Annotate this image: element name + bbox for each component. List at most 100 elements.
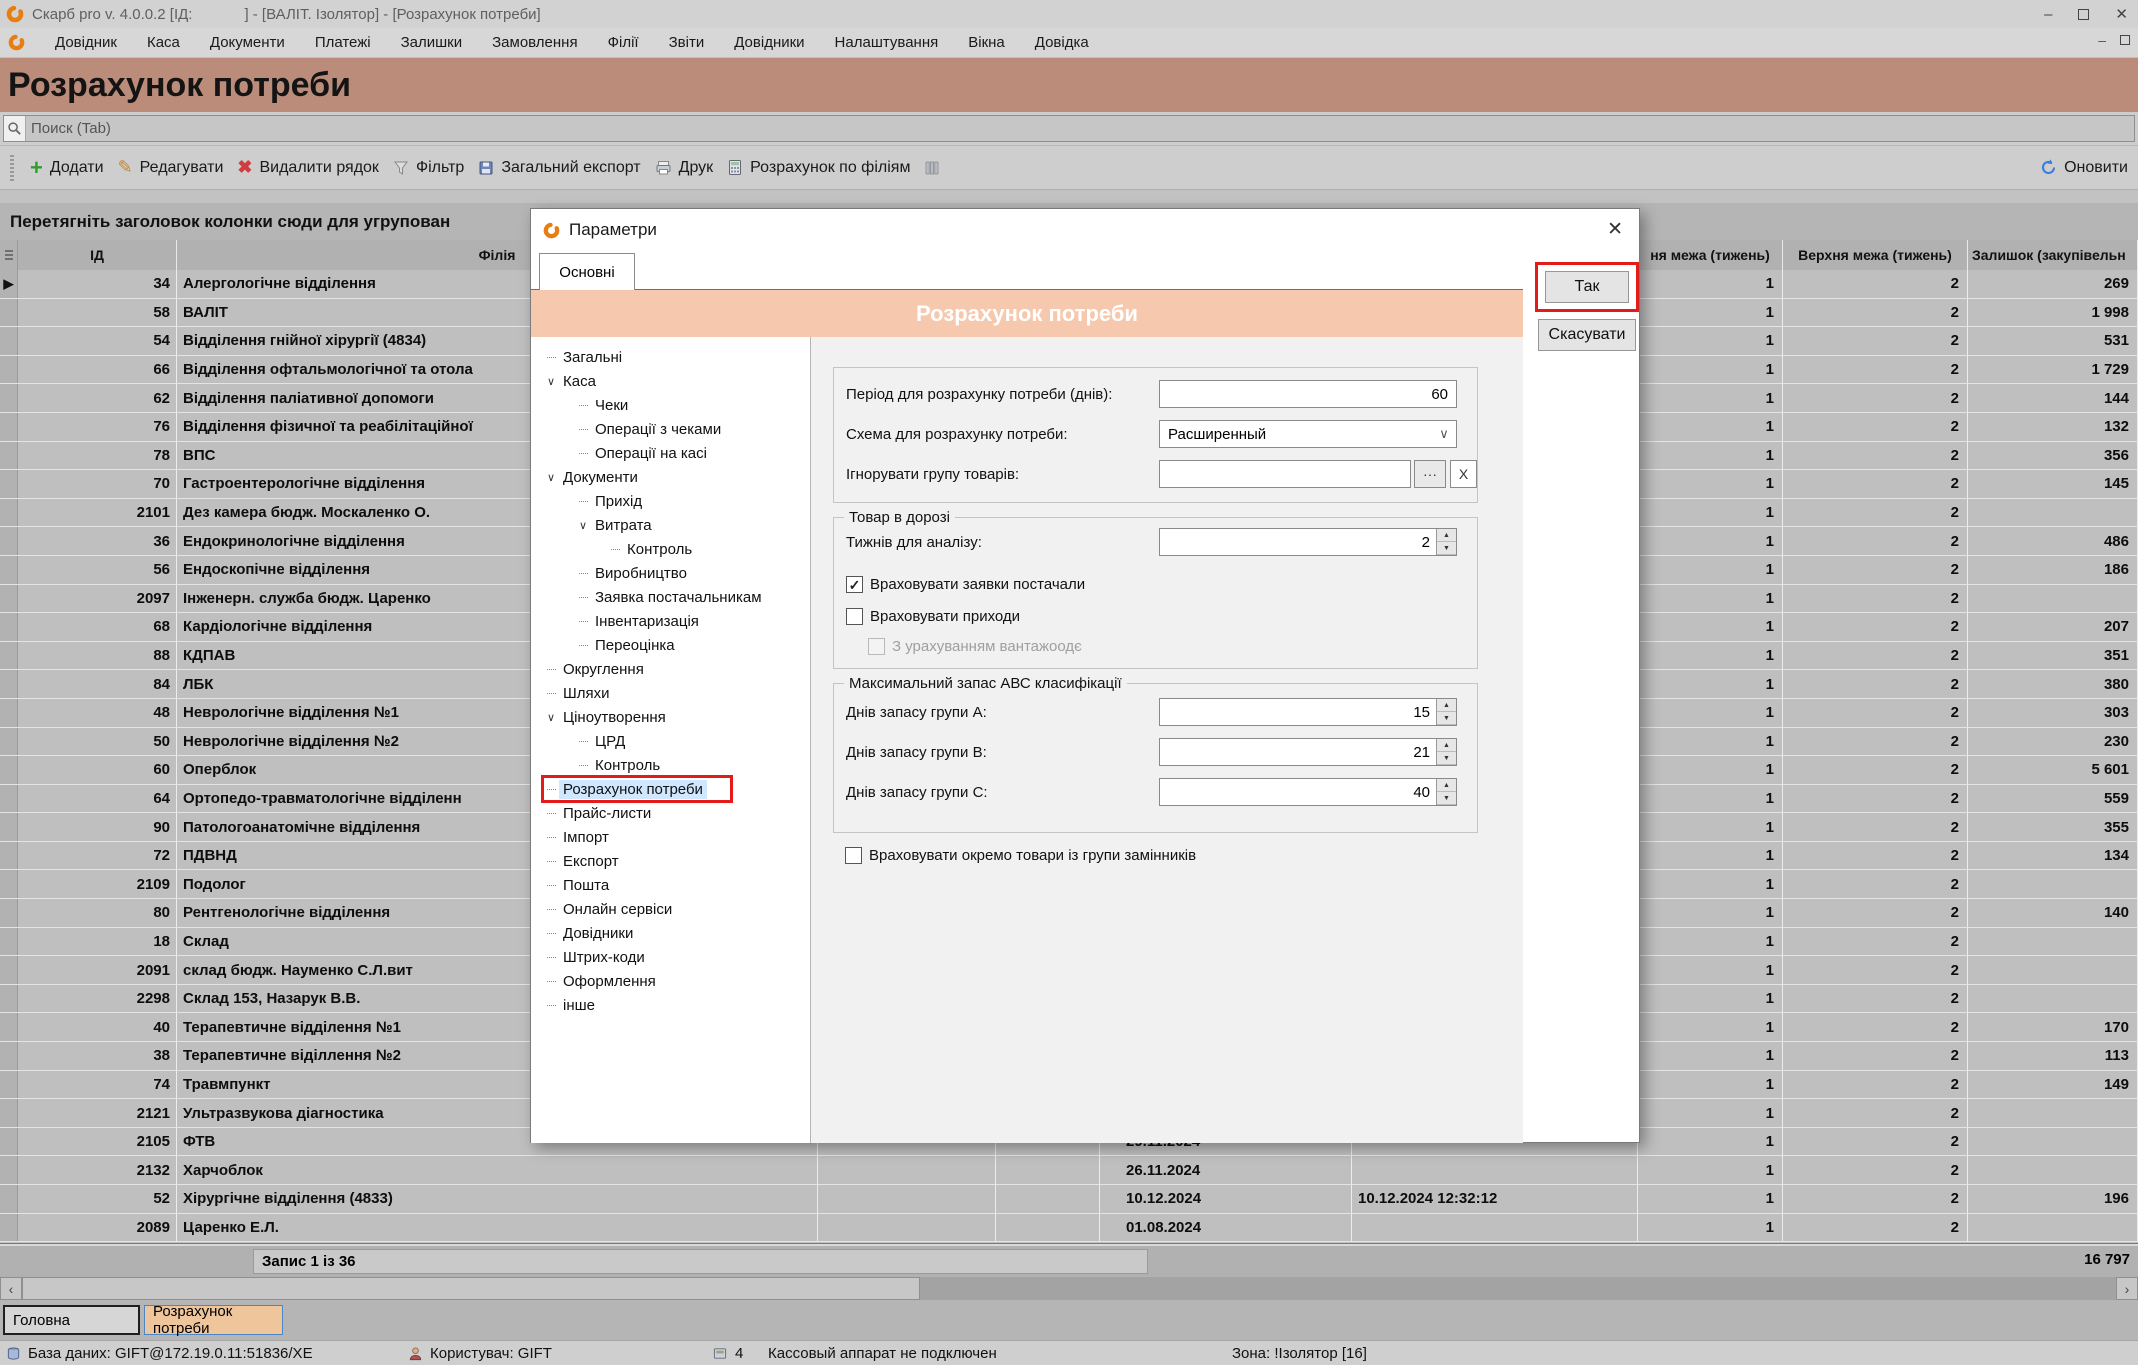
weeks-stepper[interactable]: 2 ▲▼ — [1159, 528, 1457, 556]
menu-item[interactable]: Звіти — [669, 34, 705, 51]
search-input[interactable]: Поиск (Tab) — [3, 115, 2135, 142]
dialog-tab-main[interactable]: Основні — [539, 253, 635, 290]
spin-down-icon[interactable]: ▼ — [1437, 752, 1456, 765]
dialog-tree-item[interactable]: ∨ Документи — [531, 465, 810, 489]
delete-row-button[interactable]: ✖Видалити рядок — [237, 157, 379, 178]
spin-down-icon[interactable]: ▼ — [1437, 792, 1456, 805]
scroll-right-icon[interactable]: › — [2116, 1277, 2138, 1300]
period-input[interactable]: 60 — [1159, 380, 1457, 408]
scheme-select[interactable]: Расширенный ∨ — [1159, 420, 1457, 448]
menu-item[interactable]: Довідники — [734, 34, 804, 51]
dialog-tree-item[interactable]: Контроль — [531, 753, 810, 777]
menu-item[interactable]: Каса — [147, 34, 180, 51]
spin-up-icon[interactable]: ▲ — [1437, 699, 1456, 712]
add-button[interactable]: +Додати — [30, 159, 104, 177]
filter-button[interactable]: Фільтр — [393, 159, 464, 177]
cell-id: 36 — [18, 527, 177, 555]
dialog-tree-item[interactable]: Прайс-листи — [531, 801, 810, 825]
horizontal-scrollbar[interactable]: ‹ › — [0, 1277, 2138, 1300]
table-row[interactable]: 2089 Царенко Е.Л. 01.08.2024 1 2 — [0, 1214, 2138, 1243]
menu-item[interactable]: Довідник — [55, 34, 117, 51]
cell-upper: 2 — [1783, 299, 1968, 327]
spin-up-icon[interactable]: ▲ — [1437, 529, 1456, 542]
dialog-tree-item[interactable]: Виробництво — [531, 561, 810, 585]
menu-item[interactable]: Довідка — [1035, 34, 1089, 51]
menu-item[interactable]: Замовлення — [492, 34, 577, 51]
toolbar-grip[interactable] — [10, 155, 14, 181]
status-database: База даних: GIFT@172.19.0.11:51836/XE — [6, 1341, 313, 1365]
cancel-button[interactable]: Скасувати — [1538, 319, 1636, 351]
spin-up-icon[interactable]: ▲ — [1437, 739, 1456, 752]
dialog-tree-item[interactable]: Пошта — [531, 873, 810, 897]
cell-id: 50 — [18, 728, 177, 756]
mdi-minimize-icon[interactable]: – — [2098, 32, 2106, 48]
dialog-tree-item[interactable]: Округлення — [531, 657, 810, 681]
dialog-tree-item[interactable]: Переоцінка — [531, 633, 810, 657]
status-zone: Зона: !Ізолятор [16] — [1232, 1341, 1367, 1365]
menu-item[interactable]: Документи — [210, 34, 285, 51]
row-selector-header[interactable] — [0, 240, 18, 270]
column-header-id[interactable]: ІД — [18, 240, 177, 270]
days-a-stepper[interactable]: 15 ▲▼ — [1159, 698, 1457, 726]
dialog-tree-item[interactable]: Штрих-коди — [531, 945, 810, 969]
dialog-tree-item[interactable]: інше — [531, 993, 810, 1017]
print-button[interactable]: Друк — [655, 159, 714, 177]
dialog-tree-item[interactable]: Інвентаризація — [531, 609, 810, 633]
dialog-tree-item[interactable]: ∨ Ціноутворення — [531, 705, 810, 729]
ignore-group-input[interactable] — [1159, 460, 1411, 488]
columns-icon[interactable] — [924, 160, 940, 176]
scrollbar-thumb[interactable] — [22, 1277, 920, 1300]
dialog-tree-item[interactable]: Довідники — [531, 921, 810, 945]
cell-stock: 207 — [1968, 613, 2138, 641]
menu-item[interactable]: Платежі — [315, 34, 371, 51]
minimize-icon[interactable]: – — [2044, 7, 2052, 22]
spin-down-icon[interactable]: ▼ — [1437, 542, 1456, 555]
clear-button[interactable]: X — [1450, 460, 1477, 488]
ok-button[interactable]: Так — [1545, 271, 1629, 303]
dialog-tree-item[interactable]: Шляхи — [531, 681, 810, 705]
dialog-tree-item[interactable]: Контроль — [531, 537, 810, 561]
menu-item[interactable]: Вікна — [968, 34, 1005, 51]
table-row[interactable]: 2132 Харчоблок 26.11.2024 1 2 — [0, 1156, 2138, 1185]
dialog-tree-item[interactable]: Оформлення — [531, 969, 810, 993]
spin-down-icon[interactable]: ▼ — [1437, 712, 1456, 725]
dialog-tree-item[interactable]: Операції з чеками — [531, 417, 810, 441]
dialog-tree-item[interactable]: Імпорт — [531, 825, 810, 849]
dialog-tree-item[interactable]: Чеки — [531, 393, 810, 417]
dialog-tree-item[interactable]: Експорт — [531, 849, 810, 873]
dialog-tree-item[interactable]: Розрахунок потреби — [531, 777, 810, 801]
dialog-tree-item[interactable]: Прихід — [531, 489, 810, 513]
ellipsis-button[interactable]: ··· — [1414, 460, 1446, 488]
menu-item[interactable]: Залишки — [401, 34, 463, 51]
close-icon[interactable]: ✕ — [2115, 7, 2128, 22]
dialog-close-icon[interactable]: ✕ — [1607, 218, 1623, 241]
days-b-stepper[interactable]: 21 ▲▼ — [1159, 738, 1457, 766]
calc-by-branches-button[interactable]: Розрахунок по філіям — [727, 159, 910, 177]
receipts-checkbox[interactable]: Враховувати приходи — [846, 608, 1020, 625]
days-c-stepper[interactable]: 40 ▲▼ — [1159, 778, 1457, 806]
substitutes-checkbox[interactable]: Враховувати окремо товари із групи замін… — [845, 847, 1196, 864]
dialog-tree-item[interactable]: Онлайн сервіси — [531, 897, 810, 921]
scroll-left-icon[interactable]: ‹ — [0, 1277, 22, 1300]
mdi-restore-icon[interactable] — [2120, 35, 2130, 45]
spin-up-icon[interactable]: ▲ — [1437, 779, 1456, 792]
dialog-tree-item[interactable]: Заявка постачальникам — [531, 585, 810, 609]
dialog-tree-item[interactable]: Операції на касі — [531, 441, 810, 465]
dialog-tree-item[interactable]: Загальні — [531, 345, 810, 369]
table-row[interactable]: 52 Хірургічне відділення (4833) 10.12.20… — [0, 1185, 2138, 1214]
dialog-tree-item[interactable]: ∨ Витрата — [531, 513, 810, 537]
menu-item[interactable]: Налаштування — [835, 34, 939, 51]
export-button[interactable]: Загальний експорт — [478, 159, 640, 177]
refresh-button[interactable]: Оновити — [2040, 159, 2128, 177]
column-header-stock[interactable]: Залишок (закупівельн — [1968, 240, 2138, 270]
dialog-tree-item[interactable]: ∨ Каса — [531, 369, 810, 393]
dialog-tree-item[interactable]: ЦРД — [531, 729, 810, 753]
column-header-lower[interactable]: ня межа (тижень) — [1638, 240, 1783, 270]
tab-home[interactable]: Головна — [3, 1305, 140, 1335]
supplier-orders-checkbox[interactable]: ✓ Враховувати заявки постачали — [846, 576, 1085, 593]
menu-item[interactable]: Філії — [608, 34, 639, 51]
column-header-upper[interactable]: Верхня межа (тижень) — [1783, 240, 1968, 270]
tab-needs-calculation[interactable]: Розрахунок потреби — [144, 1305, 283, 1335]
maximize-icon[interactable] — [2078, 9, 2089, 20]
edit-button[interactable]: ✎Редагувати — [118, 157, 224, 178]
